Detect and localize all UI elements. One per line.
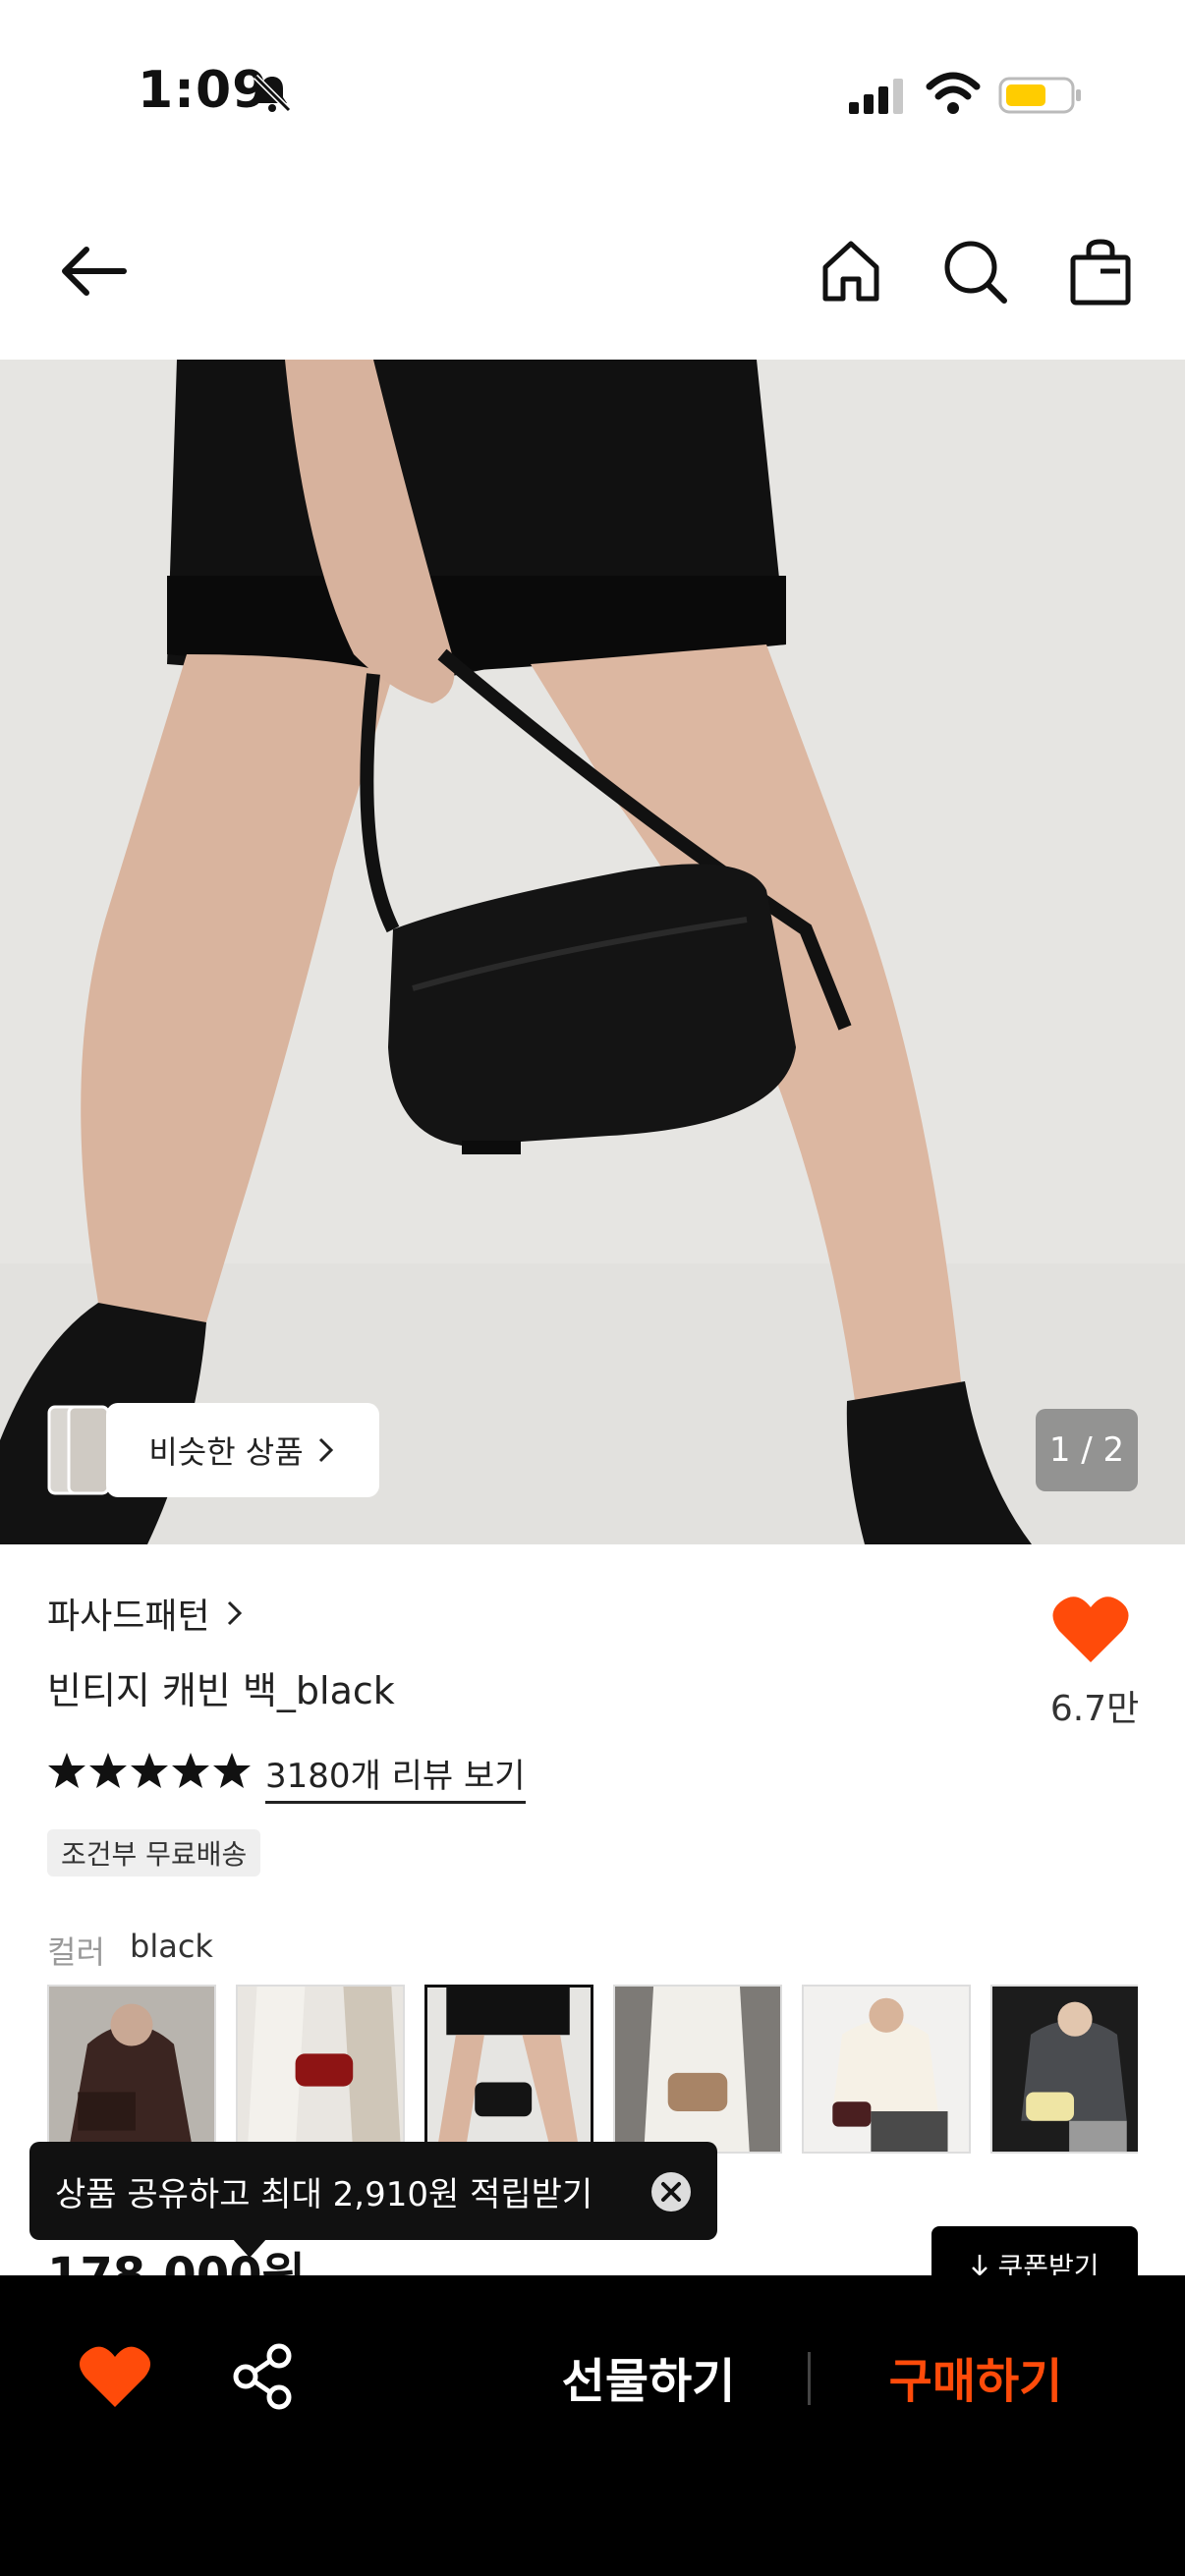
color-label: 컬러	[47, 1933, 105, 1971]
color-option-brown[interactable]	[47, 1985, 216, 2154]
buy-button[interactable]: 구매하기	[855, 2342, 1097, 2411]
brand-link[interactable]: 파사드패턴	[47, 1588, 246, 1639]
close-icon[interactable]	[650, 2171, 692, 2212]
star-icon	[172, 1753, 209, 1788]
brand-name: 파사드패턴	[47, 1596, 210, 1637]
share-icon[interactable]	[232, 2342, 295, 2411]
product-title: 빈티지 캐빈 백_black	[47, 1669, 395, 1712]
image-page-counter: 1 / 2	[1036, 1409, 1138, 1491]
star-icon	[89, 1753, 127, 1788]
rating-stars	[47, 1751, 252, 1790]
cellular-signal-icon	[849, 79, 903, 114]
color-options-list	[47, 1985, 1138, 2154]
star-icon	[213, 1753, 251, 1788]
like-count: 6.7만	[1049, 1689, 1140, 1729]
color-option-red[interactable]	[236, 1985, 405, 2154]
shopping-bag-icon[interactable]	[1061, 232, 1140, 310]
gift-button[interactable]: 선물하기	[531, 2342, 766, 2411]
star-icon	[131, 1753, 168, 1788]
chevron-right-icon	[227, 1600, 242, 1626]
home-icon[interactable]	[812, 232, 890, 310]
color-option-beige[interactable]	[613, 1985, 782, 2154]
heart-icon[interactable]	[79, 2344, 151, 2409]
wifi-icon	[926, 72, 981, 114]
tooltip-text: 상품 공유하고 최대 2,910원 적립받기	[55, 2174, 593, 2214]
shipping-badge: 조건부 무료배송	[47, 1829, 261, 1876]
similar-products-label: 비슷한 상품	[148, 1433, 304, 1471]
bottom-action-bar	[0, 2275, 1185, 2576]
tooltip-tail	[232, 2238, 267, 2258]
color-option-butter[interactable]	[990, 1985, 1138, 2154]
bell-slash-icon	[253, 74, 292, 113]
product-hero-image[interactable]	[0, 360, 1185, 1544]
color-option-burgundy[interactable]	[802, 1985, 971, 2154]
chevron-right-icon	[318, 1437, 333, 1463]
similar-products-button[interactable]: 비슷한 상품	[106, 1403, 379, 1497]
search-icon[interactable]	[935, 232, 1014, 310]
back-arrow-icon[interactable]	[55, 232, 134, 310]
heart-icon[interactable]	[1051, 1594, 1130, 1664]
battery-icon	[998, 77, 1081, 114]
color-value: black	[130, 1928, 213, 1965]
review-link[interactable]: 3180개 리뷰 보기	[265, 1749, 526, 1804]
bottom-bar-divider	[808, 2352, 811, 2405]
star-icon	[48, 1753, 85, 1788]
share-reward-tooltip: 상품 공유하고 최대 2,910원 적립받기	[29, 2142, 717, 2240]
hero-photo	[0, 360, 1185, 1544]
color-option-black[interactable]	[424, 1985, 593, 2154]
